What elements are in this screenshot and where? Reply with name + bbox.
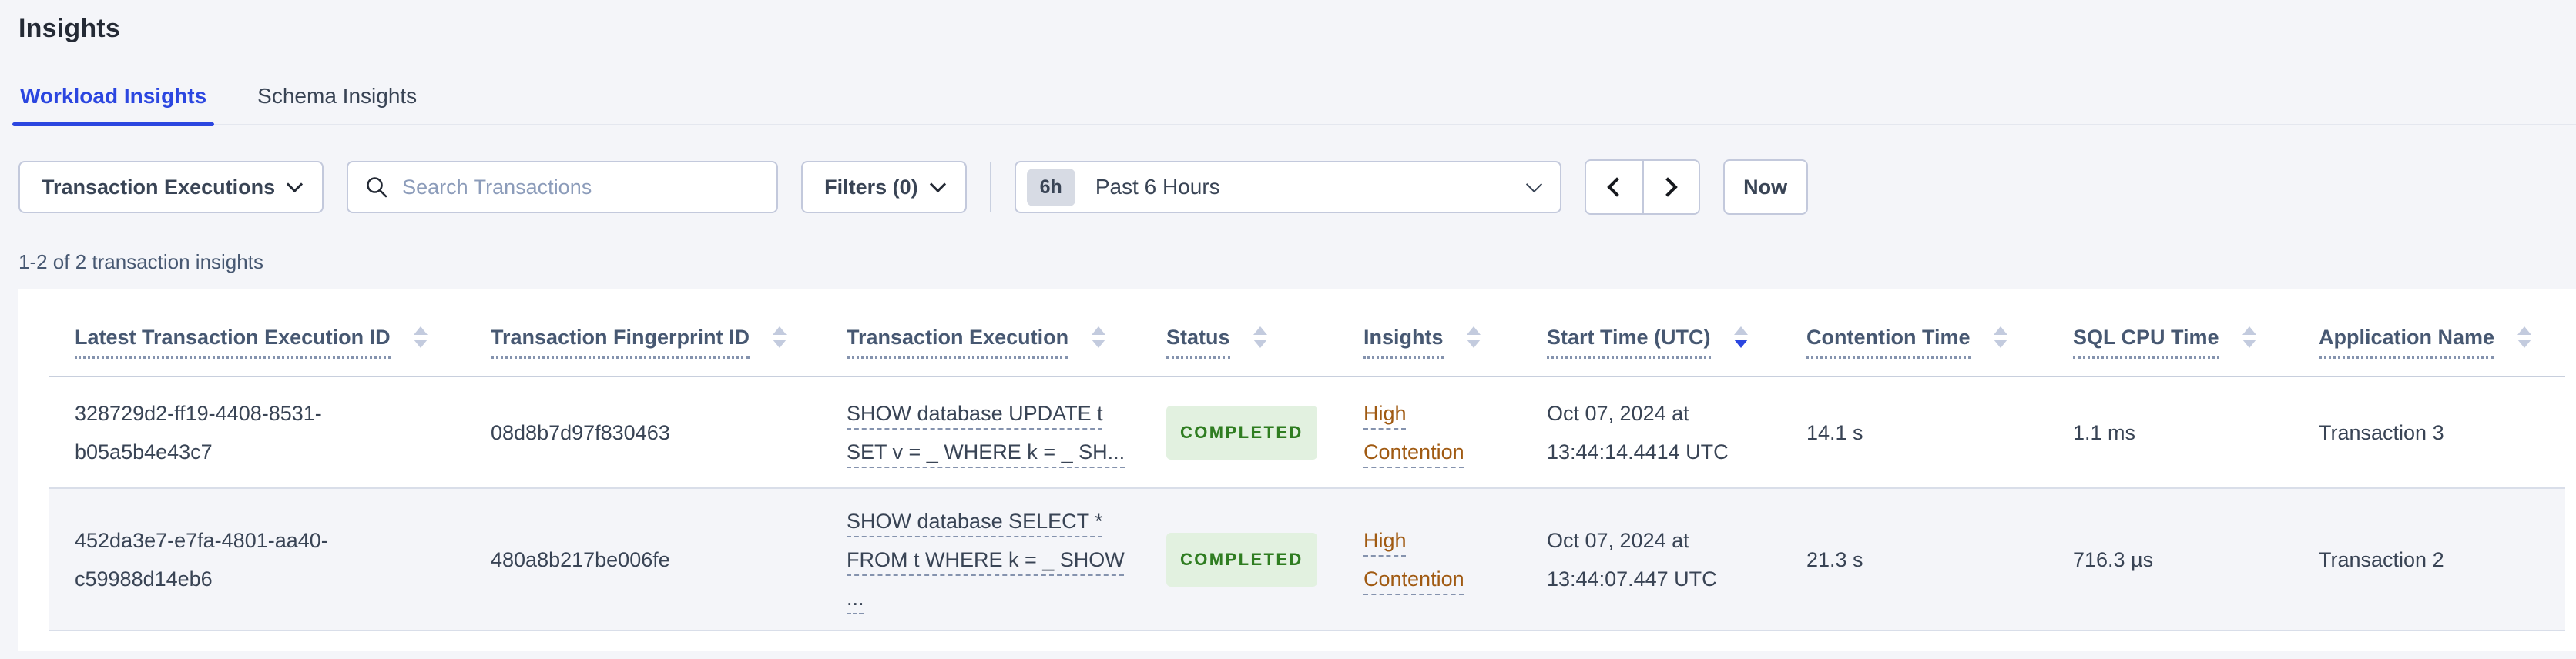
- time-range-badge: 6h: [1026, 168, 1075, 206]
- sort-icon[interactable]: [1466, 326, 1481, 348]
- table-row: 452da3e7-e7fa-4801-aa40-c59988d14eb6 480…: [49, 489, 2565, 631]
- column-header-status[interactable]: Status: [1166, 325, 1363, 376]
- sort-icon[interactable]: [1253, 326, 1267, 348]
- sort-icon[interactable]: [1092, 326, 1106, 348]
- cell-contention-time: 14.1 s: [1806, 420, 1863, 444]
- table-row: 328729d2-ff19-4408-8531-b05a5b4e43c7 08d…: [49, 377, 2565, 489]
- sort-icon[interactable]: [2242, 326, 2256, 348]
- chevron-down-icon: [929, 176, 946, 192]
- execution-type-dropdown[interactable]: Transaction Executions: [18, 161, 324, 213]
- search-input[interactable]: [402, 175, 760, 199]
- column-header-latest-execution-id[interactable]: Latest Transaction Execution ID: [75, 325, 491, 376]
- sort-icon[interactable]: [413, 326, 428, 348]
- sort-icon[interactable]: [1993, 326, 2007, 348]
- insights-table-card: Latest Transaction Execution ID Transact…: [18, 289, 2576, 651]
- cell-execution-id: 452da3e7-e7fa-4801-aa40-c59988d14eb6: [75, 528, 328, 590]
- results-count: 1-2 of 2 transaction insights: [18, 250, 263, 273]
- time-prev-button[interactable]: [1585, 161, 1642, 213]
- time-range-picker[interactable]: 6h Past 6 Hours: [1014, 161, 1561, 213]
- column-header-contention-time[interactable]: Contention Time: [1806, 325, 2073, 376]
- chevron-right-icon: [1658, 177, 1678, 197]
- column-header-insights[interactable]: Insights: [1363, 325, 1547, 376]
- controls-divider: [989, 162, 991, 212]
- search-icon: [367, 177, 387, 198]
- status-badge: COMPLETED: [1166, 532, 1317, 587]
- cell-application-name: Transaction 3: [2319, 420, 2444, 444]
- transaction-execution-link[interactable]: SHOW database UPDATE t SET v = _ WHERE k…: [847, 402, 1125, 463]
- transaction-execution-link[interactable]: SHOW database SELECT * FROM t WHERE k = …: [847, 510, 1125, 610]
- sort-icon-active-desc[interactable]: [1733, 326, 1748, 348]
- tab-workload-insights[interactable]: Workload Insights: [12, 84, 215, 126]
- status-badge: COMPLETED: [1166, 405, 1317, 460]
- column-header-start-time[interactable]: Start Time (UTC): [1547, 325, 1806, 376]
- cell-start-time: Oct 07, 2024 at 13:44:14.4414 UTC: [1547, 401, 1729, 463]
- time-next-button[interactable]: [1642, 161, 1699, 213]
- page-title: Insights: [18, 14, 120, 43]
- column-header-fingerprint-id[interactable]: Transaction Fingerprint ID: [491, 325, 847, 376]
- filters-dropdown[interactable]: Filters (0): [801, 161, 967, 213]
- table-header-row: Latest Transaction Execution ID Transact…: [49, 289, 2565, 377]
- now-button-label: Now: [1743, 175, 1788, 199]
- chevron-left-icon: [1607, 177, 1627, 197]
- sort-icon[interactable]: [773, 326, 787, 348]
- cell-fingerprint-id: 480a8b217be006fe: [491, 547, 670, 571]
- cell-sql-cpu-time: 1.1 ms: [2073, 420, 2136, 444]
- cell-execution-id: 328729d2-ff19-4408-8531-b05a5b4e43c7: [75, 401, 322, 463]
- chevron-down-icon: [1525, 176, 1542, 192]
- filters-dropdown-label: Filters (0): [824, 175, 918, 199]
- tab-schema-insights[interactable]: Schema Insights: [256, 84, 418, 124]
- controls-bar: Transaction Executions Filters (0) 6h Pa…: [18, 159, 2576, 215]
- now-button[interactable]: Now: [1722, 159, 1808, 215]
- insight-link[interactable]: High Contention: [1363, 394, 1487, 471]
- cell-sql-cpu-time: 716.3 µs: [2073, 547, 2154, 571]
- insight-link[interactable]: High Contention: [1363, 521, 1487, 598]
- column-header-sql-cpu-time[interactable]: SQL CPU Time: [2073, 325, 2319, 376]
- column-header-transaction-execution[interactable]: Transaction Execution: [847, 325, 1166, 376]
- chevron-down-icon: [286, 176, 304, 192]
- insights-tabs: Workload Insights Schema Insights: [12, 84, 2576, 126]
- search-box[interactable]: [347, 161, 779, 213]
- cell-contention-time: 21.3 s: [1806, 547, 1863, 571]
- sort-icon[interactable]: [2517, 326, 2532, 348]
- time-range-label: Past 6 Hours: [1095, 175, 1220, 199]
- cell-start-time: Oct 07, 2024 at 13:44:07.447 UTC: [1547, 528, 1717, 590]
- column-header-application-name[interactable]: Application Name: [2319, 325, 2565, 376]
- cell-application-name: Transaction 2: [2319, 547, 2444, 571]
- execution-type-dropdown-label: Transaction Executions: [42, 175, 276, 199]
- cell-fingerprint-id: 08d8b7d97f830463: [491, 420, 670, 444]
- time-nav-group: [1584, 159, 1700, 215]
